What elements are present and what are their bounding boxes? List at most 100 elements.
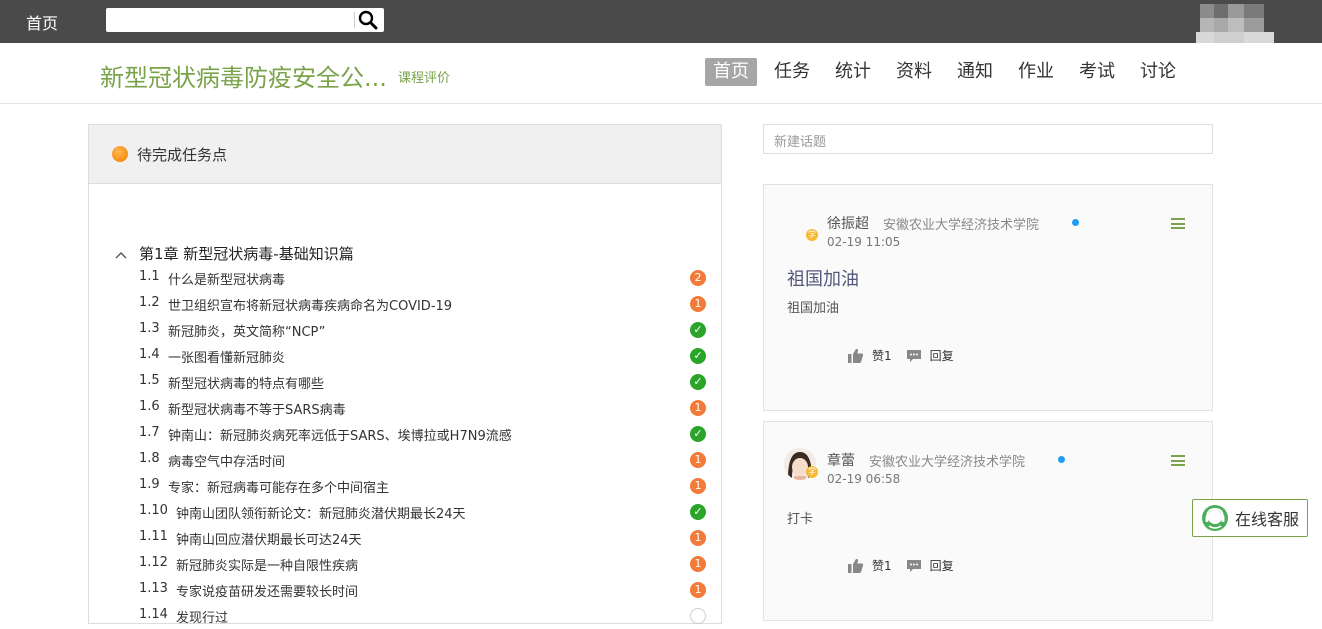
- post-author[interactable]: 徐振超: [827, 213, 869, 233]
- like-count: 赞1: [872, 559, 892, 573]
- lesson-number: 1.9: [139, 477, 160, 492]
- search-input[interactable]: [108, 10, 354, 30]
- lesson-title[interactable]: 什么是新型冠状病毒: [168, 269, 285, 288]
- like-button[interactable]: 赞1: [848, 347, 892, 364]
- list-item[interactable]: 1.13 专家说疫苗研发还需要较长时间 1: [139, 577, 709, 603]
- pending-count-badge: 2: [690, 270, 706, 286]
- lesson-title[interactable]: 病毒空气中存活时间: [168, 451, 285, 470]
- post-school: 安徽农业大学经济技术学院: [883, 218, 1040, 233]
- task-panel-header: 待完成任务点: [89, 125, 721, 184]
- headset-icon: [1202, 505, 1228, 531]
- list-item[interactable]: 1.10 钟南山团队领衔新论文：新冠肺炎潜伏期最长24天 ✓: [139, 499, 709, 525]
- nav-home[interactable]: 首页: [705, 58, 757, 86]
- search-button[interactable]: [357, 10, 381, 30]
- lesson-number: 1.13: [139, 581, 168, 596]
- pending-count-badge: 1: [690, 556, 706, 572]
- list-item[interactable]: 1.3 新冠肺炎，英文简称“NCP” ✓: [139, 317, 709, 343]
- nav-statistics[interactable]: 统计: [827, 58, 879, 86]
- lesson-list: 1.1 什么是新型冠状病毒 2 1.2 世卫组织宣布将新冠状病毒疾病命名为COVID-1…: [139, 265, 709, 629]
- course-nav: 首页 任务 统计 资料 通知 作业 考试 讨论: [705, 58, 1193, 86]
- post-body: 祖国加油: [787, 301, 840, 316]
- pending-count-badge: 1: [690, 478, 706, 494]
- search-box: [106, 8, 384, 32]
- list-item[interactable]: 1.5 新型冠状病毒的特点有哪些 ✓: [139, 369, 709, 395]
- lesson-number: 1.11: [139, 529, 168, 544]
- nav-tasks[interactable]: 任务: [766, 58, 818, 86]
- reply-button[interactable]: 回复: [906, 557, 954, 574]
- new-topic-input[interactable]: 新建话题: [763, 124, 1213, 154]
- post-time: 02-19 06:58: [827, 472, 901, 486]
- list-item[interactable]: 1.1 什么是新型冠状病毒 2: [139, 265, 709, 291]
- post-body: 打卡: [787, 512, 814, 527]
- lesson-title[interactable]: 专家说疫苗研发还需要较长时间: [176, 581, 358, 600]
- like-button[interactable]: 赞1: [848, 557, 892, 574]
- completed-check-icon: ✓: [690, 426, 706, 442]
- pending-count-badge: 1: [690, 530, 706, 546]
- status-badge: [690, 608, 706, 624]
- post-menu-icon[interactable]: [1171, 218, 1185, 229]
- nav-exams[interactable]: 考试: [1071, 58, 1123, 86]
- list-item[interactable]: 1.8 病毒空气中存活时间 1: [139, 447, 709, 473]
- comment-icon: [906, 349, 921, 362]
- nav-homework[interactable]: 作业: [1010, 58, 1062, 86]
- lesson-title[interactable]: 新型冠状病毒不等于SARS病毒: [168, 399, 346, 418]
- lesson-title[interactable]: 钟南山：新冠肺炎病死率远低于SARS、埃博拉或H7N9流感: [168, 425, 512, 444]
- thumbs-up-icon: [848, 348, 864, 363]
- list-item[interactable]: 1.2 世卫组织宣布将新冠状病毒疾病命名为COVID-19 1: [139, 291, 709, 317]
- reply-label: 回复: [929, 559, 954, 573]
- pending-tasks-panel: 待完成任务点 第1章 新型冠状病毒-基础知识篇 1.1 什么是新型冠状病毒 2 1.2…: [88, 124, 722, 626]
- list-item[interactable]: 1.6 新型冠状病毒不等于SARS病毒 1: [139, 395, 709, 421]
- list-item[interactable]: 1.7 钟南山：新冠肺炎病死率远低于SARS、埃博拉或H7N9流感 ✓: [139, 421, 709, 447]
- reply-label: 回复: [929, 349, 954, 363]
- list-item[interactable]: 1.4 一张图看懂新冠肺炎 ✓: [139, 343, 709, 369]
- lesson-title[interactable]: 世卫组织宣布将新冠状病毒疾病命名为COVID-19: [168, 295, 452, 314]
- chevron-up-icon[interactable]: [115, 245, 129, 263]
- lesson-number: 1.7: [139, 425, 160, 440]
- pending-dot-icon: [112, 146, 128, 162]
- course-title: 新型冠状病毒防疫安全公...: [100, 64, 387, 92]
- lesson-number: 1.2: [139, 295, 160, 310]
- home-link[interactable]: 首页: [26, 10, 58, 34]
- lesson-title[interactable]: 专家：新冠病毒可能存在多个中间宿主: [168, 477, 389, 496]
- online-service-label: 在线客服: [1235, 510, 1300, 529]
- course-evaluation-link[interactable]: 课程评价: [398, 67, 450, 86]
- pending-count-badge: 1: [690, 400, 706, 416]
- lesson-title[interactable]: 新型冠状病毒的特点有哪些: [168, 373, 324, 392]
- list-item[interactable]: 1.14 发现行过: [139, 603, 709, 629]
- pending-count-badge: 1: [690, 582, 706, 598]
- post-title[interactable]: 祖国加油: [787, 265, 859, 291]
- lesson-number: 1.3: [139, 321, 160, 336]
- search-divider: [354, 12, 355, 28]
- lesson-title[interactable]: 钟南山团队领衔新论文：新冠肺炎潜伏期最长24天: [176, 503, 466, 522]
- discussion-post: 学 徐振超 安徽农业大学经济技术学院 02-19 11:05 祖国加油 祖国加油…: [763, 184, 1213, 411]
- lesson-title[interactable]: 新冠肺炎实际是一种自限性疾病: [176, 555, 358, 574]
- course-header: 新型冠状病毒防疫安全公... 课程评价 首页 任务 统计 资料 通知 作业 考试…: [0, 43, 1322, 104]
- post-author[interactable]: 章蕾: [827, 450, 855, 470]
- nav-discussion[interactable]: 讨论: [1132, 58, 1184, 86]
- lesson-title[interactable]: 钟南山回应潜伏期最长可达24天: [176, 529, 362, 548]
- top-bar: 首页: [0, 0, 1322, 48]
- post-actions: 赞1 回复: [848, 347, 968, 364]
- student-badge: 学: [806, 466, 818, 478]
- lesson-number: 1.14: [139, 607, 168, 622]
- lesson-title[interactable]: 新冠肺炎，英文简称“NCP”: [168, 321, 325, 340]
- list-item[interactable]: 1.12 新冠肺炎实际是一种自限性疾病 1: [139, 551, 709, 577]
- pending-count-badge: 1: [690, 296, 706, 312]
- post-menu-icon[interactable]: [1171, 455, 1185, 466]
- lesson-number: 1.12: [139, 555, 168, 570]
- task-panel-title: 待完成任务点: [137, 146, 228, 164]
- list-item[interactable]: 1.11 钟南山回应潜伏期最长可达24天 1: [139, 525, 709, 551]
- completed-check-icon: ✓: [690, 322, 706, 338]
- completed-check-icon: ✓: [690, 504, 706, 520]
- completed-check-icon: ✓: [690, 348, 706, 364]
- lesson-title[interactable]: 发现行过: [176, 607, 228, 626]
- completed-check-icon: ✓: [690, 374, 706, 390]
- online-service-button[interactable]: 在线客服: [1192, 499, 1308, 537]
- reply-button[interactable]: 回复: [906, 347, 954, 364]
- nav-resources[interactable]: 资料: [888, 58, 940, 86]
- online-indicator: [1072, 219, 1079, 226]
- lesson-title[interactable]: 一张图看懂新冠肺炎: [168, 347, 285, 366]
- nav-notices[interactable]: 通知: [949, 58, 1001, 86]
- chapter-heading[interactable]: 第1章 新型冠状病毒-基础知识篇: [115, 243, 354, 264]
- list-item[interactable]: 1.9 专家：新冠病毒可能存在多个中间宿主 1: [139, 473, 709, 499]
